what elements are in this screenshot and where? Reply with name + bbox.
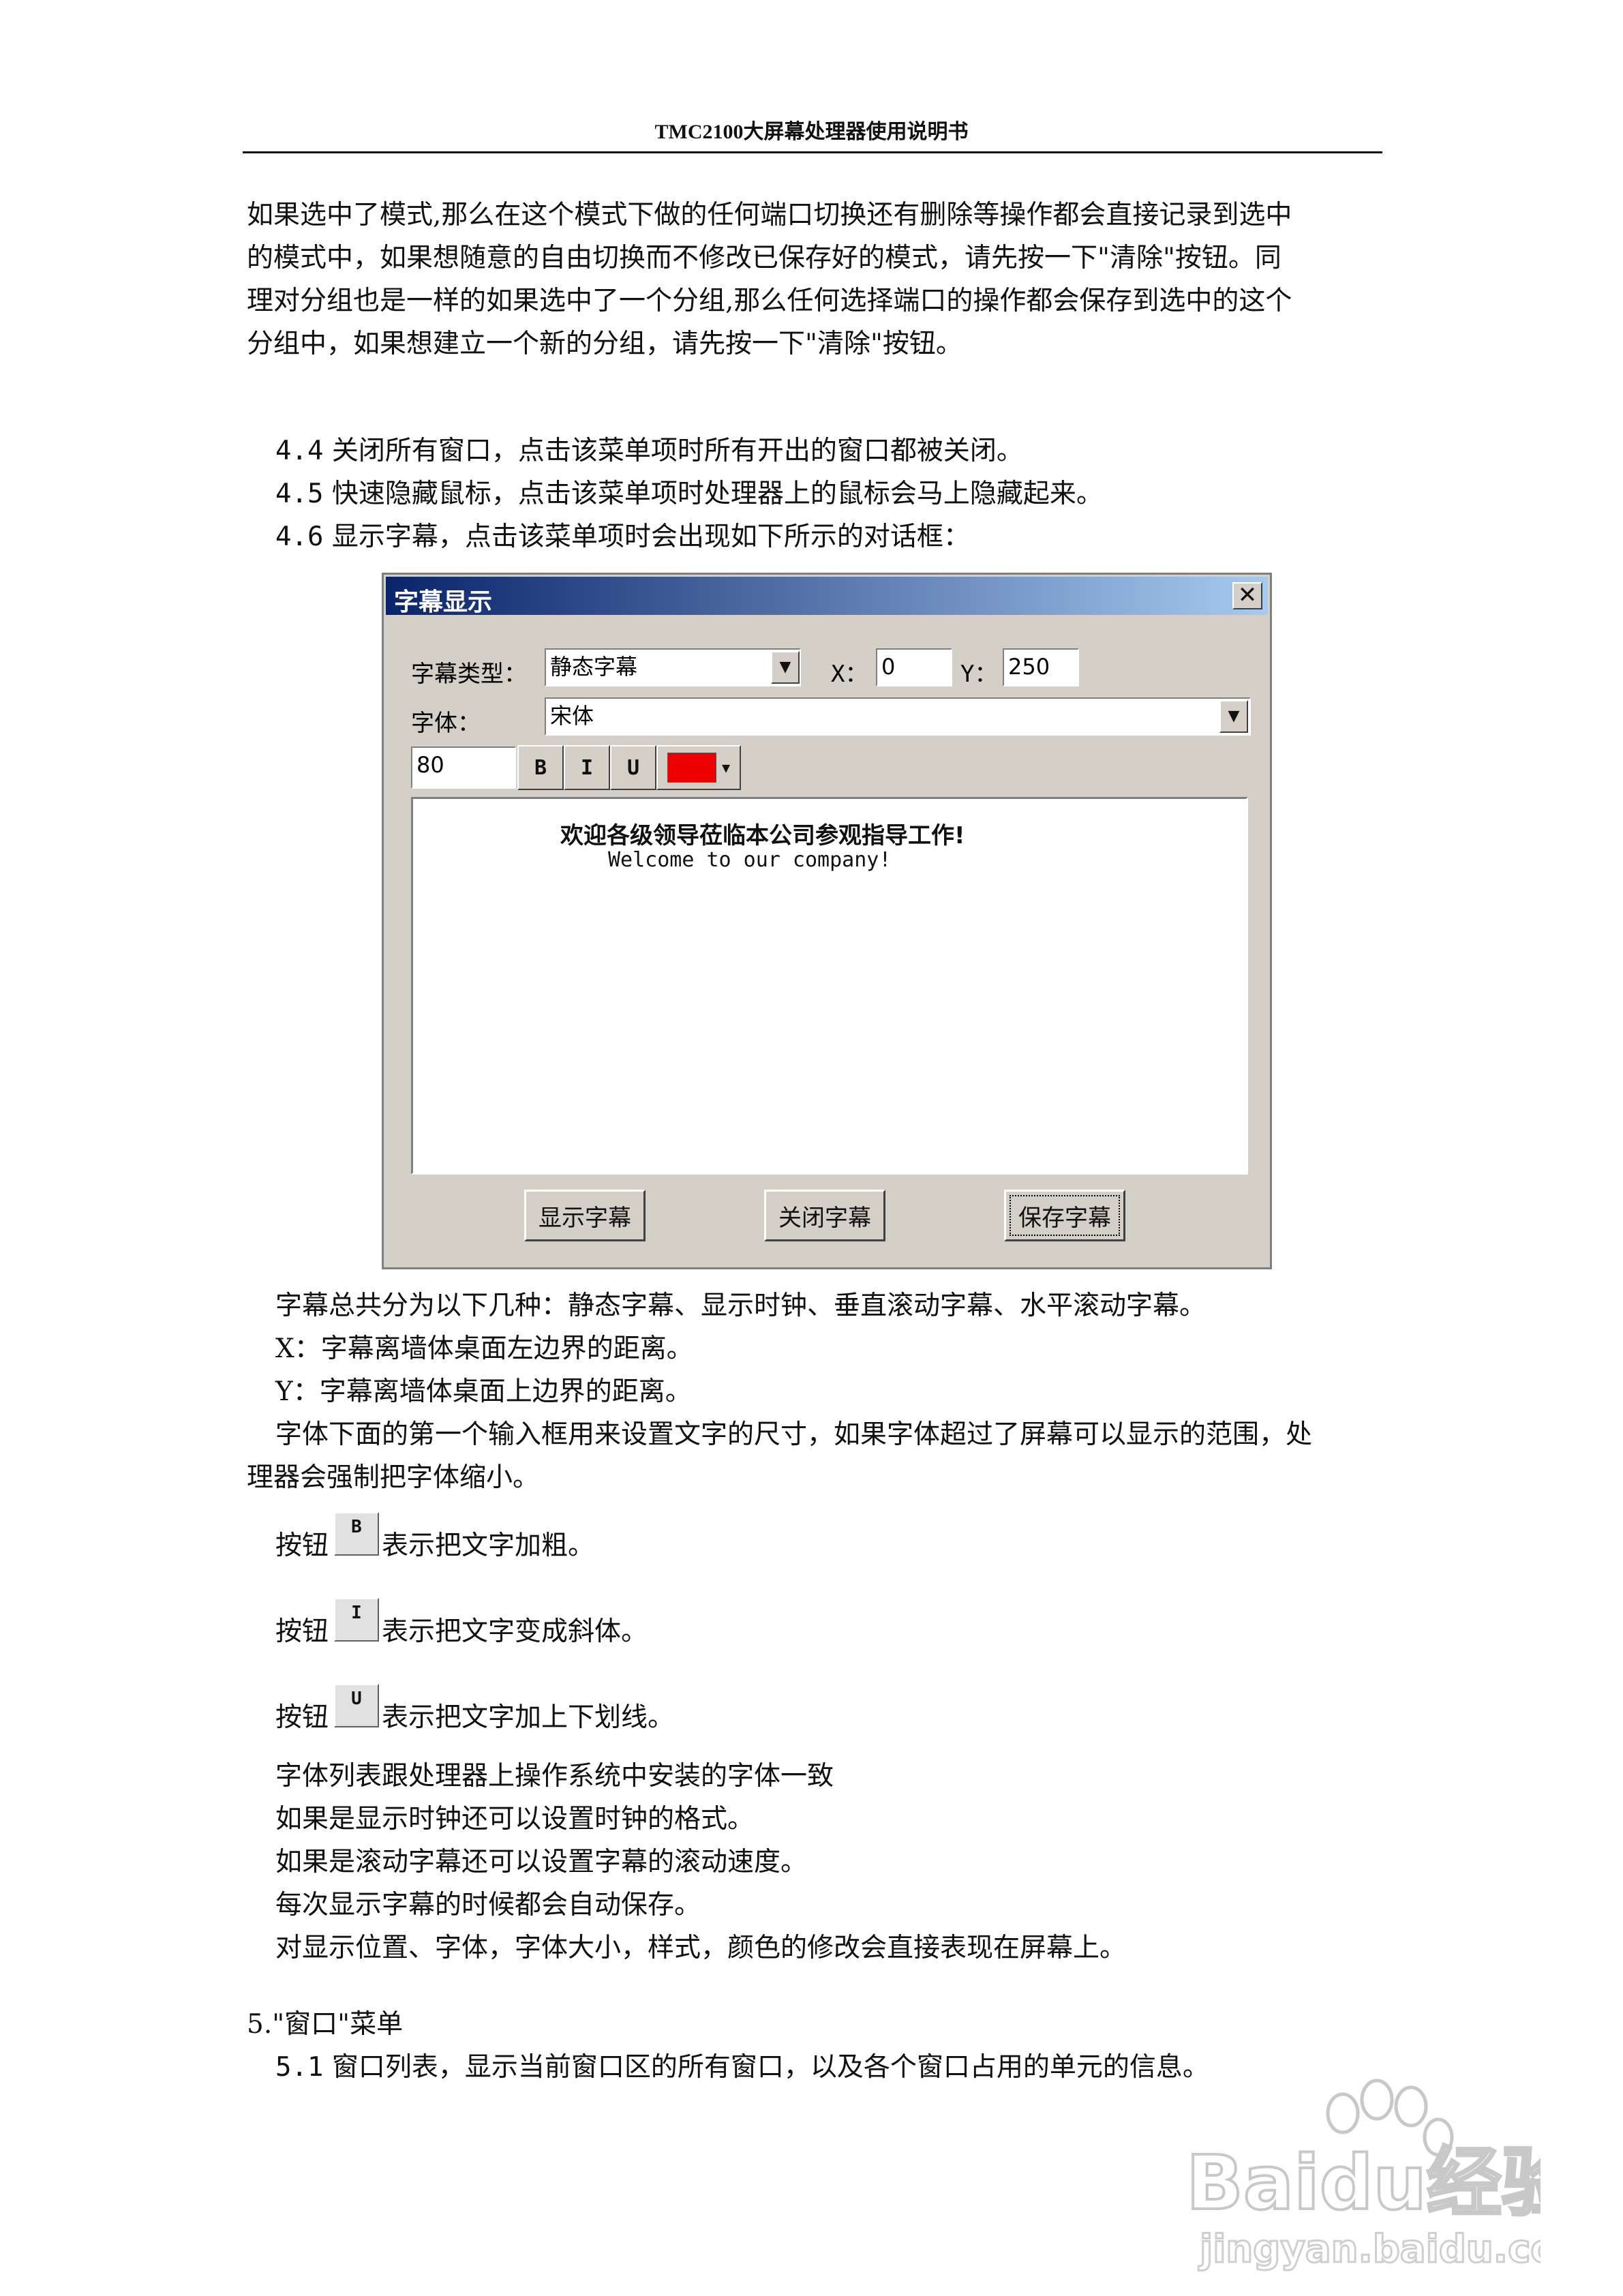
note-line: 每次显示字幕的时候都会自动保存。 xyxy=(275,1890,701,1920)
color-picker-button[interactable]: ▼ xyxy=(656,745,741,790)
font-select[interactable]: 宋体 xyxy=(545,697,1251,736)
subtitle-type-select[interactable]: 静态字幕 xyxy=(545,648,801,686)
dialog-titlebar: 字幕显示 ✕ xyxy=(386,577,1268,616)
menu-item-number: 4.6 xyxy=(275,522,324,552)
subtitle-text-area[interactable]: 欢迎各级领导莅临本公司参观指导工作! Welcome to our compan… xyxy=(411,797,1248,1175)
header-divider xyxy=(243,151,1382,153)
italic-note: 按钮 I 表示把文字变成斜体。 xyxy=(275,1598,1230,1652)
menu-item-text: 快速隐藏鼠标，点击该菜单项时处理器上的鼠标会马上隐藏起来。 xyxy=(331,479,1103,509)
intro-line: 的模式中，如果想随意的自由切换而不修改已保存好的模式，请先按一下"清除"按钮。同 xyxy=(247,243,1281,273)
x-label: X： xyxy=(831,661,868,688)
intro-paragraph: 如果选中了模式,那么在这个模式下做的任何端口切换还有删除等操作都会直接记录到选中… xyxy=(247,194,1392,365)
note-text: 表示把文字加粗。 xyxy=(382,1530,595,1561)
close-button[interactable]: ✕ xyxy=(1232,582,1262,609)
x-input[interactable]: 0 xyxy=(876,648,952,686)
intro-line: 理对分组也是一样的如果选中了一个分组,那么任何选择端口的操作都会保存到选中的这个 xyxy=(247,286,1292,316)
chevron-down-icon: ▼ xyxy=(721,759,731,776)
intro-line: 如果选中了模式,那么在这个模式下做的任何端口切换还有删除等操作都会直接记录到选中 xyxy=(247,200,1292,230)
menu-item-number: 4.4 xyxy=(275,436,324,466)
underline-note: 按钮 U 表示把文字加上下划线。 xyxy=(275,1684,1230,1738)
show-subtitle-button[interactable]: 显示字幕 xyxy=(524,1190,646,1241)
description-line: 理器会强制把字体缩小。 xyxy=(247,1462,540,1493)
note-line: 如果是显示时钟还可以设置时钟的格式。 xyxy=(275,1804,755,1834)
section-heading: 5."窗口"菜单 xyxy=(247,2009,404,2040)
x-value: 0 xyxy=(881,654,896,680)
menu-item-text: 关闭所有窗口，点击该菜单项时所有开出的窗口都被关闭。 xyxy=(331,436,1023,466)
note-text: 表示把文字加上下划线。 xyxy=(382,1702,675,1733)
format-toolbar: B I U ▼ xyxy=(517,745,764,790)
description-line: 字体下面的第一个输入框用来设置文字的尺寸，如果字体超过了屏幕可以显示的范围，处 xyxy=(275,1419,1313,1450)
note-line: 字体列表跟处理器上操作系统中安装的字体一致 xyxy=(275,1761,834,1792)
document-header-title: TMC2100大屏幕处理器使用说明书 xyxy=(654,121,969,143)
note-line: 如果是滚动字幕还可以设置字幕的滚动速度。 xyxy=(275,1847,808,1877)
bold-note: 按钮 B 表示把文字加粗。 xyxy=(275,1512,1230,1567)
subtitle-type-value: 静态字幕 xyxy=(550,654,638,680)
note-text: 表示把文字变成斜体。 xyxy=(382,1616,648,1647)
y-value: 250 xyxy=(1008,654,1050,680)
underline-button-image: U xyxy=(334,1684,379,1727)
watermark-url: jingyan.baidu.com xyxy=(1198,2227,1541,2271)
menu-item-4-5: 4.5 快速隐藏鼠标，点击该菜单项时处理器上的鼠标会马上隐藏起来。 xyxy=(275,472,1103,515)
italic-button-image: I xyxy=(334,1598,379,1642)
chevron-down-icon[interactable]: ▼ xyxy=(1219,700,1248,733)
color-swatch xyxy=(667,753,716,783)
dialog-title: 字幕显示 xyxy=(394,588,493,616)
subtitle-text-line: Welcome to our company! xyxy=(608,848,892,872)
y-input[interactable]: 250 xyxy=(1003,648,1079,686)
font-size-input[interactable]: 80 xyxy=(411,746,516,789)
note-prefix: 按钮 xyxy=(275,1616,329,1647)
menu-item-number: 4.5 xyxy=(275,479,324,509)
bold-button[interactable]: B xyxy=(517,745,564,790)
description-line: 字幕总共分为以下几种：静态字幕、显示时钟、垂直滚动字幕、水平滚动字幕。 xyxy=(275,1290,1207,1321)
description-line: Y：字幕离墙体桌面上边界的距离。 xyxy=(275,1376,692,1407)
baidu-watermark: Baidu经验 jingyan.baidu.com xyxy=(1159,2072,1598,2277)
menu-item-4-6: 4.6 显示字幕，点击该菜单项时会出现如下所示的对话框： xyxy=(275,515,970,558)
section-item-5-1: 5.1 窗口列表，显示当前窗口区的所有窗口，以及各个窗口占用的单元的信息。 xyxy=(275,2046,1209,2089)
note-line: 对显示位置、字体，字体大小，样式，颜色的修改会直接表现在屏幕上。 xyxy=(275,1933,1127,1963)
intro-line: 分组中，如果想建立一个新的分组，请先按一下"清除"按钮。 xyxy=(247,329,962,359)
italic-button[interactable]: I xyxy=(564,745,610,790)
subtitle-text-line: 欢迎各级领导莅临本公司参观指导工作! xyxy=(560,822,965,849)
chevron-down-icon[interactable]: ▼ xyxy=(771,651,800,684)
underline-button[interactable]: U xyxy=(610,745,656,790)
menu-item-text: 显示字幕，点击该菜单项时会出现如下所示的对话框： xyxy=(331,522,970,552)
font-label: 字体： xyxy=(411,710,481,737)
save-subtitle-button[interactable]: 保存字幕 xyxy=(1004,1190,1125,1241)
y-label: Y： xyxy=(960,661,998,688)
paw-icon: Baidu经验 jingyan.baidu.com xyxy=(1185,2079,1598,2273)
subtitle-type-label: 字幕类型： xyxy=(411,661,527,688)
note-prefix: 按钮 xyxy=(275,1530,329,1561)
note-prefix: 按钮 xyxy=(275,1702,329,1733)
watermark-brand: Baidu经验 xyxy=(1186,2139,1541,2226)
section-item-number: 5.1 xyxy=(275,2052,324,2083)
subtitle-dialog: 字幕显示 ✕ 字幕类型： 静态字幕 ▼ X： 0 Y： 250 字体： 宋体 ▼… xyxy=(382,573,1272,1269)
section-item-text: 窗口列表，显示当前窗口区的所有窗口，以及各个窗口占用的单元的信息。 xyxy=(331,2052,1209,2083)
close-subtitle-button[interactable]: 关闭字幕 xyxy=(764,1190,885,1241)
menu-item-4-4: 4.4 关闭所有窗口，点击该菜单项时所有开出的窗口都被关闭。 xyxy=(275,429,1023,472)
bold-button-image: B xyxy=(334,1512,379,1556)
font-value: 宋体 xyxy=(550,703,594,729)
font-size-value: 80 xyxy=(416,752,444,778)
description-line: X：字幕离墙体桌面左边界的距离。 xyxy=(275,1333,693,1364)
